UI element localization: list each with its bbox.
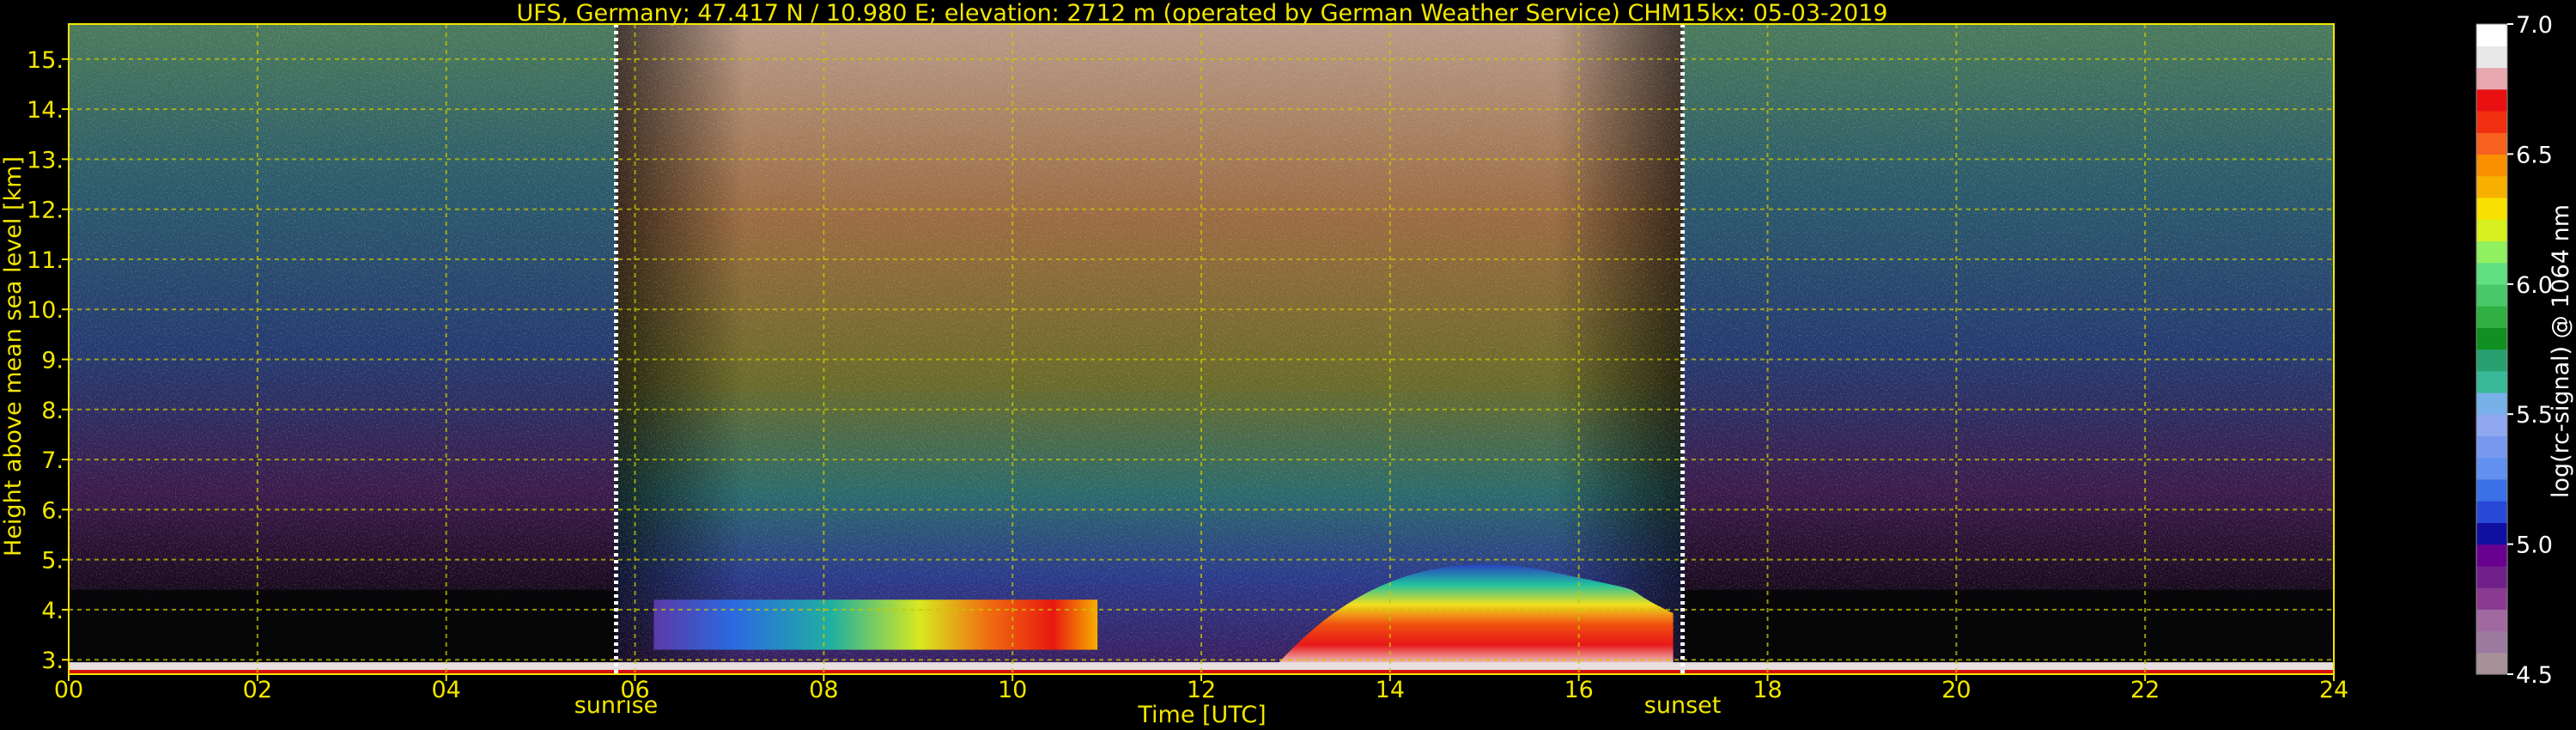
x-tick-label: 08 (809, 677, 838, 703)
x-tick-label: 24 (2319, 677, 2348, 703)
y-tick-label: 3. (41, 648, 64, 674)
colorbar-tick-label: 4.5 (2516, 662, 2553, 689)
lidar-backscatter-chart: sunrise sunset 00 02 04 06 08 10 12 14 16 18 20 22 24… (0, 0, 2574, 728)
colorbar-swatch (2476, 565, 2507, 588)
colorbar-tick-label: 6.5 (2516, 142, 2553, 168)
sun-marker-label-sunset: sunset (1644, 692, 1722, 719)
colorbar-swatch (2476, 197, 2507, 220)
colorbar-swatch (2476, 219, 2507, 241)
colorbar-swatch (2476, 435, 2507, 459)
colorbar: 4.55.05.56.06.57.0 (2476, 12, 2553, 689)
colorbar-swatch (2476, 262, 2507, 285)
colorbar-swatch (2476, 630, 2507, 654)
colorbar-swatch (2476, 46, 2507, 69)
colorbar-swatch (2476, 175, 2507, 198)
colorbar-swatch (2476, 67, 2507, 90)
x-tick-label: 04 (431, 677, 460, 703)
colorbar-swatch (2476, 457, 2507, 480)
colorbar-swatch (2476, 587, 2507, 610)
colorbar-swatch (2476, 522, 2507, 545)
colorbar-swatch (2476, 478, 2507, 502)
x-tick-label: 22 (2130, 677, 2160, 703)
y-tick-label: 11. (27, 247, 64, 274)
colorbar-swatch (2476, 609, 2507, 632)
colorbar-tick-label: 5.0 (2516, 532, 2553, 559)
colorbar-swatch (2476, 370, 2507, 393)
y-tick-label: 5. (41, 548, 64, 575)
x-tick-label: 14 (1376, 677, 1405, 703)
feature-boundary-layer (653, 599, 1098, 650)
y-tick-label: 13. (27, 147, 64, 173)
colorbar-swatch (2476, 392, 2507, 415)
colorbar-swatch (2476, 306, 2507, 328)
colorbar-tick-label: 7.0 (2516, 12, 2553, 39)
y-tick-label: 7. (41, 447, 64, 474)
colorbar-swatch (2476, 327, 2507, 350)
y-tick-label: 9. (41, 348, 64, 374)
colorbar-swatch (2476, 414, 2507, 437)
y-tick-label: 12. (27, 198, 64, 224)
colorbar-swatch (2476, 283, 2507, 307)
y-tick-label: 4. (41, 598, 64, 624)
colorbar-swatch (2476, 501, 2507, 523)
y-tick-label: 8. (41, 398, 64, 424)
colorbar-swatch (2476, 154, 2507, 177)
x-tick-label: 18 (1753, 677, 1782, 703)
x-tick-label: 16 (1564, 677, 1593, 703)
colorbar-swatch (2476, 132, 2507, 155)
colorbar-swatch (2476, 24, 2507, 46)
y-tick-label: 6. (41, 497, 64, 524)
colorbar-swatch (2476, 240, 2507, 264)
night-boundary-layer (1682, 589, 2334, 674)
colorbar-swatch (2476, 652, 2507, 675)
colorbar-swatch (2476, 88, 2507, 112)
x-tick-label: 02 (243, 677, 272, 703)
night-boundary-layer (69, 589, 617, 674)
x-tick-label: 20 (1941, 677, 1971, 703)
colorbar-label: log(rc-signal) @ 1064 nm (2548, 204, 2574, 498)
y-axis-label: Height above mean sea level [km] (0, 156, 27, 557)
colorbar-swatch (2476, 544, 2507, 567)
x-tick-label: 10 (998, 677, 1027, 703)
x-tick-label: 00 (54, 677, 83, 703)
y-tick-label: 14. (27, 97, 64, 124)
colorbar-swatch (2476, 349, 2507, 372)
x-tick-label: 12 (1187, 677, 1216, 703)
colorbar-swatch (2476, 110, 2507, 133)
chart-title: UFS, Germany; 47.417 N / 10.980 E; eleva… (517, 0, 1888, 27)
x-axis-label: Time [UTC] (1137, 702, 1266, 728)
x-tick-label: 06 (620, 677, 649, 703)
y-tick-label: 15. (27, 47, 64, 74)
y-tick-label: 10. (27, 297, 64, 324)
